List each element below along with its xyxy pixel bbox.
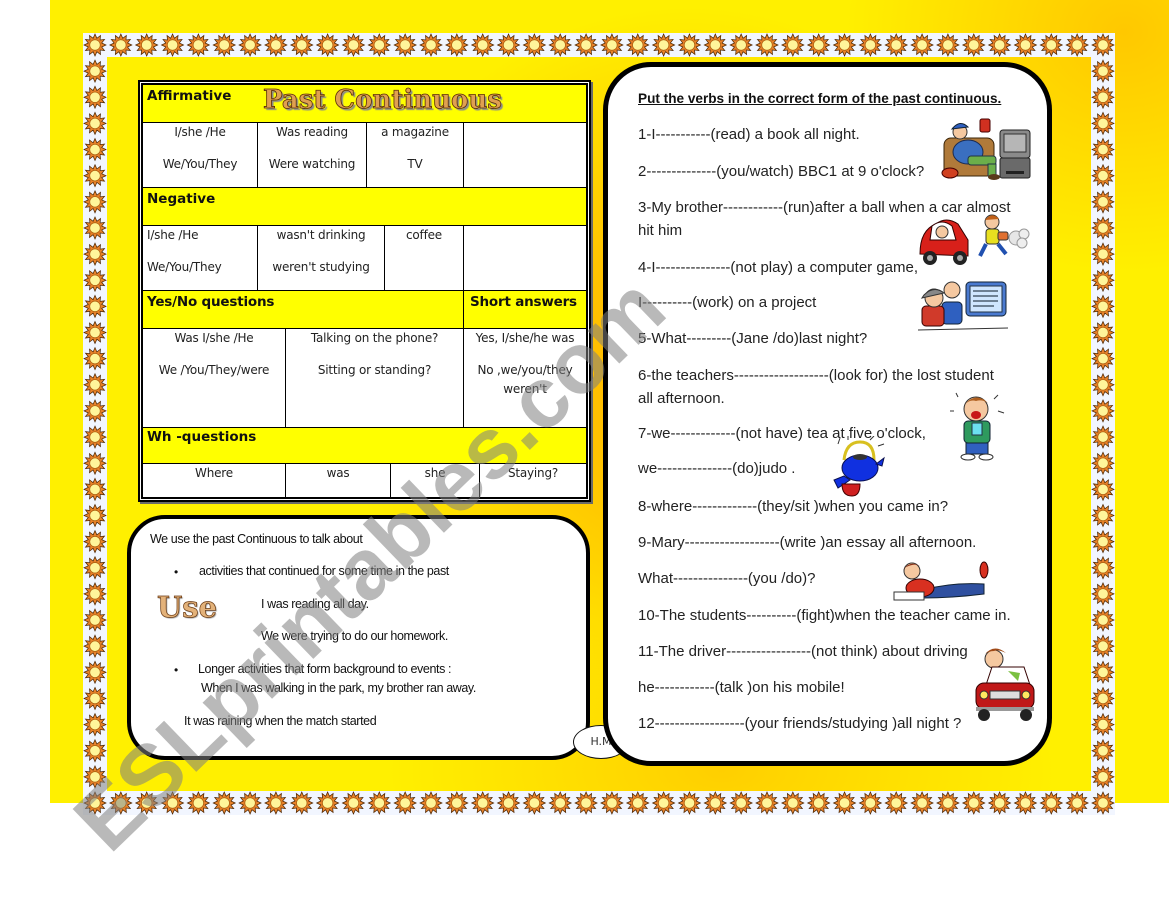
short-answers-label: Short answers	[470, 294, 577, 310]
cell-line: she	[424, 466, 446, 480]
yes-no-header-row: Yes/No questions Short answers	[143, 291, 586, 329]
wh-questions-label: Wh -questions	[147, 429, 257, 445]
teapot-illustration	[833, 436, 885, 497]
exercise-line: all afternoon.	[638, 390, 725, 407]
exercise-line: 11-The driver-----------------(not think…	[638, 643, 968, 660]
usage-example: It was raining when the match started	[184, 714, 377, 728]
table-cell: she	[391, 464, 480, 497]
exercise-line: 2--------------(you/watch) BBC1 at 9 o'c…	[638, 163, 925, 180]
usage-example: We were trying to do our homework.	[261, 629, 448, 643]
use-heading: Use	[157, 590, 218, 625]
wh-questions-header-row: Wh -questions	[143, 428, 586, 464]
usage-bullet-2: Longer activities that form background t…	[198, 662, 452, 676]
wh-questions-row: Where was she Staying?	[143, 464, 586, 497]
exercise-line: 10-The students----------(fight)when the…	[638, 607, 1011, 624]
cell-line: Sitting or standing?	[317, 363, 432, 377]
table-cell: I/she /He We/You/They	[143, 123, 258, 187]
grammar-table: Affirmative Past Continuous I/she /He We…	[138, 80, 591, 502]
short-answers-header-cell: Short answers	[464, 291, 586, 328]
cell-line: wasn't drinking	[276, 228, 366, 242]
car-chasing-boy-illustration	[919, 214, 1030, 265]
men-at-computer-illustration	[918, 281, 1009, 331]
affirmative-row: I/she /He We/You/They Was reading Were w…	[143, 123, 586, 188]
table-cell-empty	[464, 123, 586, 187]
table-cell: Yes, I/she/he was No ,we/you/they weren'…	[464, 329, 586, 427]
negative-label: Negative	[147, 191, 216, 207]
table-cell: a magazine TV	[367, 123, 464, 187]
exercise-line: 6-the teachers-------------------(look f…	[638, 367, 994, 384]
table-cell: Talking on the phone? Sitting or standin…	[286, 329, 464, 427]
cell-line: We/You/They	[162, 157, 238, 171]
yes-no-row: Was I/she /He We /You/They/were Talking …	[143, 329, 586, 428]
cell-line: Was reading	[276, 125, 348, 139]
exercise-line: he------------(talk )on his mobile!	[638, 679, 845, 696]
negative-row: I/she /He We/You/They wasn't drinking we…	[143, 226, 586, 291]
exercise-line: we---------------(do)judo .	[638, 460, 796, 477]
border-strip-bottom	[83, 791, 1115, 815]
cell-line: TV	[407, 157, 423, 171]
usage-intro: We use the past Continuous to talk about	[150, 532, 363, 546]
negative-header-row: Negative	[143, 188, 586, 226]
yes-no-header-cell: Yes/No questions	[143, 291, 464, 328]
girl-reading-illustration	[893, 561, 989, 601]
exercise-line: 1-I-----------(read) a book all night.	[638, 126, 860, 143]
border-strip-top	[83, 33, 1115, 57]
exercise-line: 9-Mary-------------------(write )an essa…	[638, 534, 977, 551]
table-cell: Where	[143, 464, 286, 497]
cell-line: Were watching	[268, 157, 356, 171]
exercise-line: 5-What---------(Jane /do)last night?	[638, 330, 868, 347]
cell-line: Where	[195, 466, 233, 480]
affirmative-label: Affirmative	[147, 88, 232, 104]
table-cell: coffee	[385, 226, 464, 290]
table-cell: I/she /He We/You/They	[143, 226, 258, 290]
table-cell-empty	[464, 226, 586, 290]
table-cell: Was I/she /He We /You/They/were	[143, 329, 286, 427]
cell-line: Was I/she /He	[174, 331, 254, 345]
crying-boy-illustration	[950, 392, 1005, 461]
cell-line: Staying?	[507, 466, 559, 480]
bullet-icon: •	[174, 663, 179, 677]
exercise-line: 12------------------(your friends/studyi…	[638, 715, 962, 732]
table-cell: Was reading Were watching	[258, 123, 367, 187]
cell-line: was	[326, 466, 350, 480]
cell-line: We/You/They	[147, 260, 222, 274]
bullet-icon: •	[174, 565, 179, 579]
cell-line: a magazine	[381, 125, 449, 139]
cell-line: We /You/They/were	[158, 363, 270, 377]
yes-no-questions-label: Yes/No questions	[147, 294, 275, 310]
page-title: Past Continuous	[263, 85, 503, 116]
cell-line: weren't studying	[272, 260, 370, 274]
cell-line: I/she /He	[147, 228, 199, 242]
exercise-line: 8-where-------------(they/sit )when you …	[638, 498, 949, 515]
affirmative-header-row: Affirmative Past Continuous	[143, 85, 586, 123]
cell-line: I/she /He	[174, 125, 226, 139]
man-watching-tv-illustration	[941, 118, 1031, 180]
exercise-instruction: Put the verbs in the correct form of the…	[638, 91, 1002, 106]
table-cell: Staying?	[480, 464, 586, 497]
table-cell: was	[286, 464, 391, 497]
usage-example: I was reading all day.	[261, 597, 369, 611]
cell-line: Yes, I/she/he was	[475, 331, 575, 345]
exercise-line: I----------(work) on a project	[638, 294, 817, 311]
man-driving-car-illustration	[975, 648, 1035, 721]
exercise-line: 4-I---------------(not play) a computer …	[638, 259, 919, 276]
table-cell: wasn't drinking weren't studying	[258, 226, 385, 290]
exercise-line: What---------------(you /do)?	[638, 570, 816, 587]
cell-line: Talking on the phone?	[310, 331, 439, 345]
usage-bullet-1: activities that continued for some time …	[199, 564, 449, 578]
cell-line: coffee	[406, 228, 442, 242]
exercise-line: hit him	[638, 222, 683, 239]
cell-line: No ,we/you/they weren't	[477, 363, 573, 396]
usage-example: When I was walking in the park, my broth…	[201, 681, 476, 695]
